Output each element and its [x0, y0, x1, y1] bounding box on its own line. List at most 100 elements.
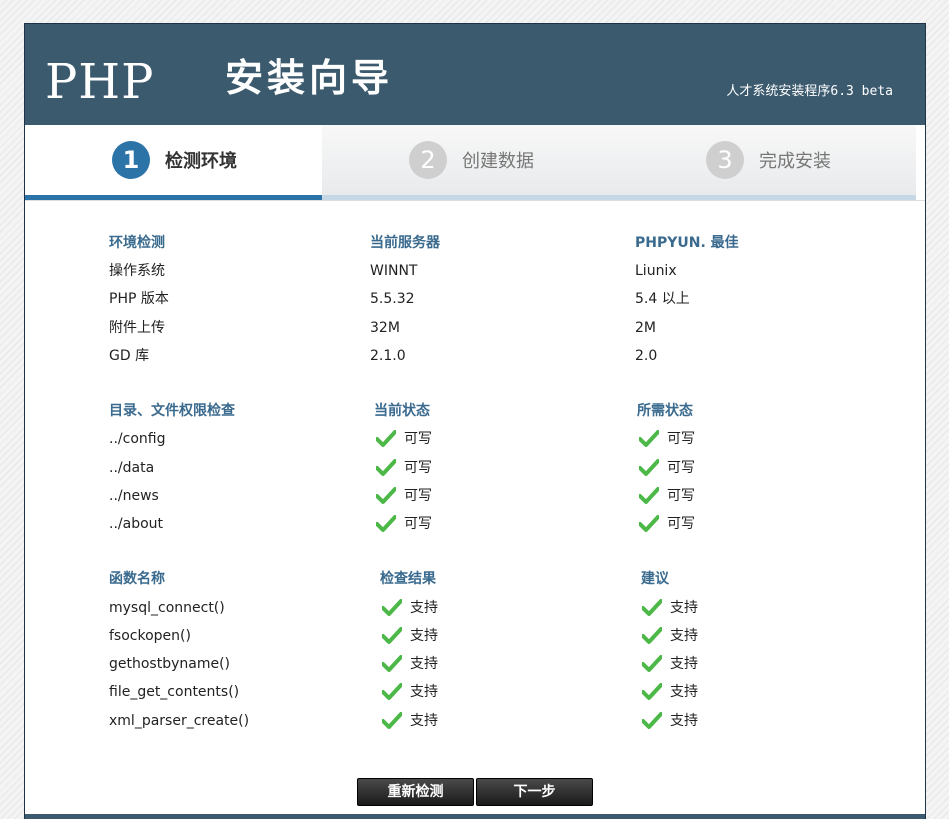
- table-row: GD 库 2.1.0 2.0: [25, 346, 925, 366]
- table-row: ../data 可写 可写: [25, 458, 925, 478]
- table-row: ../about 可写 可写: [25, 514, 925, 534]
- check-icon: [376, 430, 396, 448]
- env-item: GD 库: [109, 348, 150, 364]
- dir-required-text: 可写: [667, 488, 695, 504]
- dir-current: 可写: [376, 486, 432, 506]
- check-icon: [382, 599, 402, 617]
- dir-current-text: 可写: [404, 431, 432, 447]
- dir-required-text: 可写: [667, 431, 695, 447]
- func-name: xml_parser_create(): [109, 713, 250, 729]
- dir-path: ../config: [109, 431, 166, 447]
- func-advice-text: 支持: [670, 628, 698, 644]
- func-header-advice: 建议: [641, 571, 669, 587]
- env-header-best: PHPYUN. 最佳: [635, 235, 739, 251]
- env-header-row: 环境检测 当前服务器 PHPYUN. 最佳: [25, 233, 925, 253]
- func-result-text: 支持: [410, 600, 438, 616]
- check-icon: [642, 627, 662, 645]
- env-current: WINNT: [370, 263, 418, 279]
- func-advice: 支持: [642, 598, 698, 618]
- env-current: 32M: [370, 320, 400, 336]
- check-icon: [642, 655, 662, 673]
- check-icon: [382, 712, 402, 730]
- func-result-text: 支持: [410, 656, 438, 672]
- func-result-text: 支持: [410, 713, 438, 729]
- step-number-2: 2: [409, 141, 447, 179]
- action-buttons: 重新检测 下一步: [357, 778, 597, 806]
- table-row: gethostbyname() 支持 支持: [25, 654, 925, 674]
- footer-bar: [25, 814, 925, 819]
- table-row: xml_parser_create() 支持 支持: [25, 711, 925, 731]
- check-icon: [382, 627, 402, 645]
- func-header-name: 函数名称: [109, 571, 165, 587]
- func-result: 支持: [382, 711, 438, 731]
- dir-required-text: 可写: [667, 460, 695, 476]
- dir-path: ../news: [109, 488, 159, 504]
- func-header-result: 检查结果: [380, 571, 436, 587]
- dir-current: 可写: [376, 429, 432, 449]
- logo-php: PHP: [45, 54, 155, 110]
- check-icon: [376, 515, 396, 533]
- table-row: fsockopen() 支持 支持: [25, 626, 925, 646]
- env-item: 操作系统: [109, 263, 165, 279]
- step-label-3: 完成安装: [759, 151, 831, 172]
- func-name: gethostbyname(): [109, 656, 231, 672]
- dir-required: 可写: [639, 429, 695, 449]
- func-advice-text: 支持: [670, 656, 698, 672]
- dir-current: 可写: [376, 458, 432, 478]
- check-icon: [376, 459, 396, 477]
- dir-header-path: 目录、文件权限检查: [109, 403, 235, 419]
- dir-current: 可写: [376, 514, 432, 534]
- func-advice: 支持: [642, 654, 698, 674]
- func-result: 支持: [382, 626, 438, 646]
- step-number-3: 3: [706, 141, 744, 179]
- env-item: PHP 版本: [109, 291, 169, 307]
- env-best: Liunix: [635, 263, 677, 279]
- check-icon: [639, 459, 659, 477]
- step-create-data: 2 创建数据: [322, 125, 619, 200]
- env-current: 2.1.0: [370, 348, 406, 364]
- check-icon: [642, 683, 662, 701]
- table-row: 附件上传 32M 2M: [25, 318, 925, 338]
- dir-path: ../data: [109, 460, 155, 476]
- table-row: ../config 可写 可写: [25, 429, 925, 449]
- dir-path: ../about: [109, 516, 164, 532]
- dir-required-text: 可写: [667, 516, 695, 532]
- func-advice: 支持: [642, 711, 698, 731]
- func-advice: 支持: [642, 626, 698, 646]
- version-text: 人才系统安装程序6.3 beta: [726, 84, 893, 99]
- divider: [25, 200, 925, 201]
- check-icon: [639, 430, 659, 448]
- header: PHP 安装向导 人才系统安装程序6.3 beta: [25, 24, 925, 125]
- func-name: fsockopen(): [109, 628, 191, 644]
- func-header-row: 函数名称 检查结果 建议: [25, 569, 925, 589]
- next-step-button[interactable]: 下一步: [476, 778, 593, 806]
- check-icon: [639, 515, 659, 533]
- step-label-2: 创建数据: [462, 151, 534, 172]
- env-best: 2M: [635, 320, 656, 336]
- func-result: 支持: [382, 598, 438, 618]
- env-best: 5.4 以上: [635, 291, 690, 307]
- env-header-current: 当前服务器: [370, 235, 440, 251]
- dir-current-text: 可写: [404, 488, 432, 504]
- func-advice-text: 支持: [670, 684, 698, 700]
- env-best: 2.0: [635, 348, 658, 364]
- env-item: 附件上传: [109, 320, 165, 336]
- dir-required: 可写: [639, 458, 695, 478]
- recheck-button[interactable]: 重新检测: [357, 778, 474, 806]
- func-result: 支持: [382, 654, 438, 674]
- table-row: mysql_connect() 支持 支持: [25, 598, 925, 618]
- page-title: 安装向导: [225, 55, 394, 100]
- func-name: file_get_contents(): [109, 684, 240, 700]
- func-result: 支持: [382, 682, 438, 702]
- func-result-text: 支持: [410, 628, 438, 644]
- check-icon: [642, 712, 662, 730]
- table-row: 操作系统 WINNT Liunix: [25, 261, 925, 281]
- dir-header-current: 当前状态: [374, 403, 430, 419]
- check-icon: [382, 683, 402, 701]
- check-icon: [642, 599, 662, 617]
- table-row: file_get_contents() 支持 支持: [25, 682, 925, 702]
- dir-current-text: 可写: [404, 516, 432, 532]
- dir-required: 可写: [639, 486, 695, 506]
- func-name: mysql_connect(): [109, 600, 225, 616]
- dir-header-required: 所需状态: [637, 403, 693, 419]
